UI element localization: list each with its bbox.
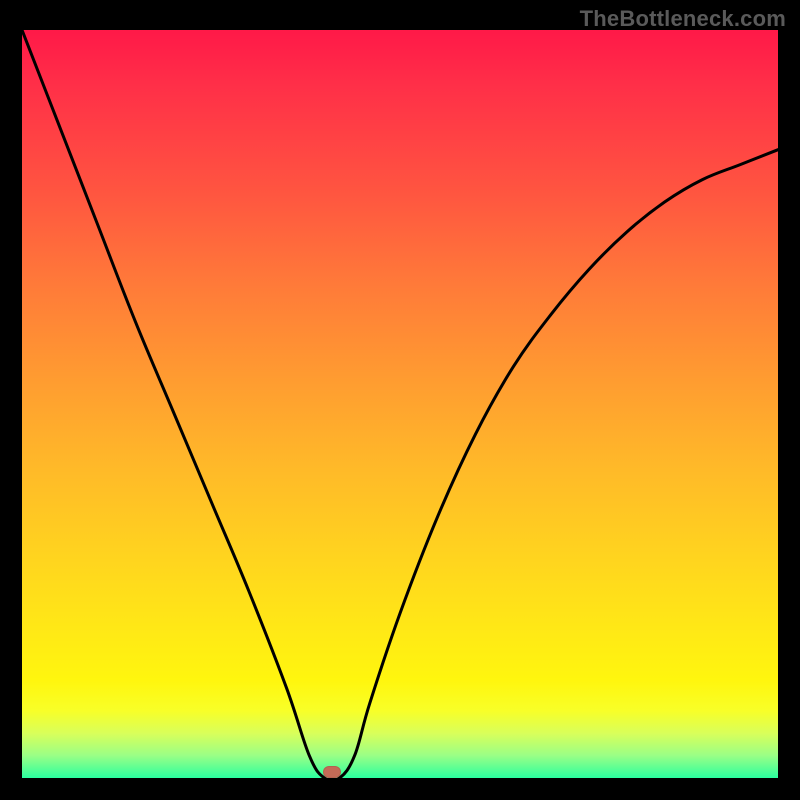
chart-frame: TheBottleneck.com bbox=[0, 0, 800, 800]
bottleneck-curve bbox=[22, 30, 778, 778]
optimum-marker bbox=[323, 766, 341, 778]
plot-area bbox=[22, 30, 778, 778]
curve-path bbox=[22, 30, 778, 778]
watermark-text: TheBottleneck.com bbox=[580, 6, 786, 32]
